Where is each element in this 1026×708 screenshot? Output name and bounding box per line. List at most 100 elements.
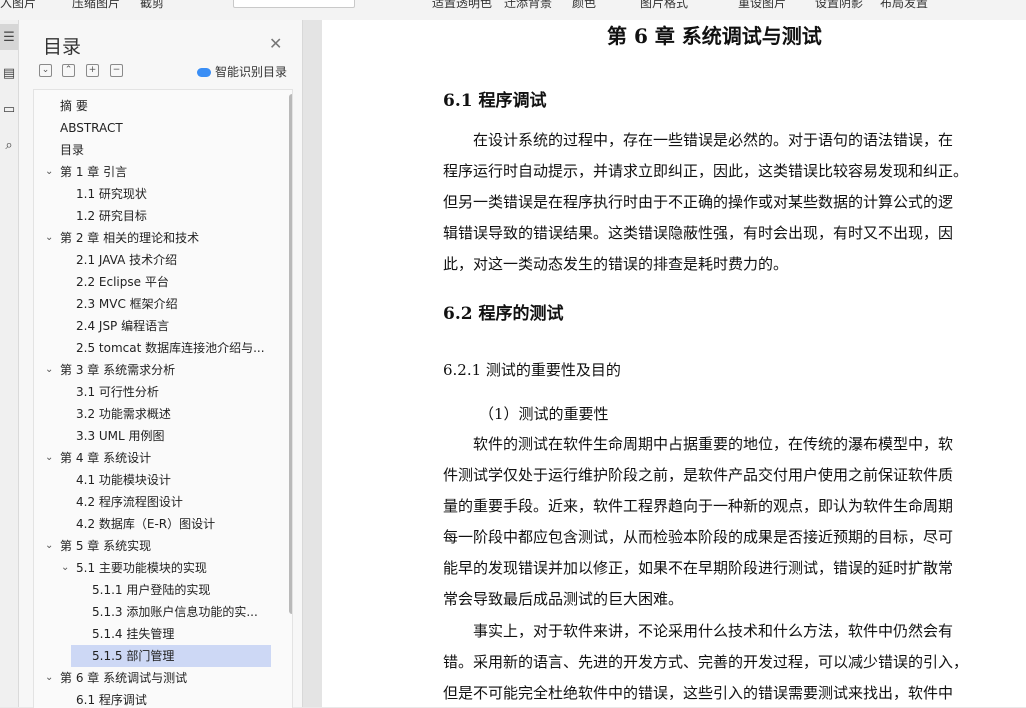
text-line: 此，对这一类动态发生的错误的排查是耗时费力的。	[443, 255, 789, 273]
expand-icon[interactable]: ⌃	[62, 64, 75, 77]
toc-item-label: 摘 要	[60, 99, 88, 113]
toc-item-label: 2.5 tomcat 数据库连接池介绍与...	[76, 341, 265, 355]
text-line: 但是不可能完全杜绝软件中的错误，这些引入的错误需要测试来找出，软件中	[443, 684, 954, 702]
toc-item-label: 第 2 章 相关的理论和技术	[60, 231, 200, 245]
text-line: 事实上，对于软件来讲，不论采用什么技术和什么方法，软件中仍然会有	[473, 622, 954, 640]
toolbar-item-reset-picture[interactable]: 重设图片	[738, 0, 786, 11]
toc-item-label: 6.1 程序调试	[76, 693, 147, 707]
toc-item[interactable]: 2.1 JAVA 技术介绍	[34, 249, 274, 271]
toc-item[interactable]: 1.1 研究现状	[34, 183, 274, 205]
toolbar-item-shadow[interactable]: 设置阴影	[815, 0, 863, 11]
toc-item[interactable]: 4.2 数据库（E-R）图设计	[34, 513, 274, 535]
toolbar-item-crop[interactable]: 截剪	[140, 0, 164, 11]
toc-item-label: 5.1.5 部门管理	[92, 649, 175, 663]
toc-item[interactable]: 5.1.1 用户登陆的实现	[34, 579, 274, 601]
toc-item[interactable]: 2.4 JSP 编程语言	[34, 315, 274, 337]
chevron-down-icon[interactable]: ⌄	[45, 359, 53, 381]
toc-item[interactable]: ⌄ 第 3 章 系统需求分析	[34, 359, 274, 381]
toc-item-label: 目录	[60, 143, 85, 157]
text-line: 但另一类错误是在程序执行时由于不正确的操作或对某些数据的计算公式的逻	[443, 193, 954, 211]
toc-item-label: 第 5 章 系统实现	[60, 539, 152, 553]
toc-item-label: 第 1 章 引言	[60, 165, 128, 179]
toc-item[interactable]: 2.2 Eclipse 平台	[34, 271, 274, 293]
size-input[interactable]	[233, 0, 355, 8]
toc-item-label: 4.2 数据库（E-R）图设计	[76, 517, 216, 531]
text-line: 辑错误导致的错误结果。这类错误隐蔽性强，有时会出现，有时又不出现，因	[443, 224, 954, 242]
toc-item-label: 3.2 功能需求概述	[76, 407, 171, 421]
comment-icon[interactable]: ▭	[0, 96, 18, 122]
toc-item-label: 1.2 研究目标	[76, 209, 147, 223]
toc-item-label: 4.2 程序流程图设计	[76, 495, 183, 509]
toc-item[interactable]: 2.3 MVC 框架介绍	[34, 293, 274, 315]
text-line: 件测试学仅处于运行维护阶段之前，是软件产品交付用户使用之前保证软件质	[443, 466, 954, 484]
section-title: 6.2 程序的测试	[443, 304, 564, 324]
toc-item[interactable]: 4.1 功能模块设计	[34, 469, 274, 491]
find-icon[interactable]: ⌕	[0, 132, 18, 158]
toc-item[interactable]: 3.2 功能需求概述	[34, 403, 274, 425]
toc-item[interactable]: ⌄ 5.1 主要功能模块的实现	[34, 557, 274, 579]
toc-item[interactable]: 5.1.4 挂失管理	[34, 623, 274, 645]
toolbar-item-transparent[interactable]: 适置透明色	[432, 0, 492, 11]
add-heading-icon[interactable]: +	[86, 64, 99, 77]
toc-item-label: 2.1 JAVA 技术介绍	[76, 253, 178, 267]
toc-item[interactable]: ⌄ 第 6 章 系统调试与测试	[34, 667, 274, 689]
toc-item[interactable]: ⌄ 第 1 章 引言	[34, 161, 274, 183]
toolbar-item-layout[interactable]: 布局发置	[880, 0, 928, 11]
toc-item-label: ABSTRACT	[60, 121, 123, 135]
toc-item[interactable]: 1.2 研究目标	[34, 205, 274, 227]
panel-divider[interactable]	[302, 20, 323, 707]
toolbar-item-compress-picture[interactable]: 压缩图片	[72, 0, 120, 11]
toc-item[interactable]: 3.3 UML 用例图	[34, 425, 274, 447]
toc-item[interactable]: ⌄ 第 2 章 相关的理论和技术	[34, 227, 274, 249]
doc-icon[interactable]: ▤	[0, 60, 18, 86]
paragraph-debugging: 在设计系统的过程中，存在一些错误是必然的。对于语句的语法错误，在程序运行时自动提…	[443, 125, 999, 280]
toc-item[interactable]: 5.1.5 部门管理	[71, 645, 271, 667]
toc-item-label: 5.1.4 挂失管理	[92, 627, 175, 641]
toc-item[interactable]: 3.1 可行性分析	[34, 381, 274, 403]
section-title: 6.1 程序调试	[443, 91, 547, 111]
toc-item-label: 5.1.3 添加账户信息功能的实...	[92, 605, 258, 619]
toc-item-label: 2.2 Eclipse 平台	[76, 275, 169, 289]
toolbar-item-insert-picture[interactable]: 入图片	[0, 0, 36, 11]
collapse-all-icon[interactable]: ⌄	[39, 64, 52, 77]
document-page[interactable]: 第 6 章 系统调试与测试 6.1 程序调试 在设计系统的过程中，存在一些错误是…	[322, 20, 1026, 707]
toc-item[interactable]: 摘 要	[34, 95, 274, 117]
subsection-title: 6.2.1 测试的重要性及目的	[443, 361, 621, 379]
chevron-down-icon[interactable]: ⌄	[45, 447, 53, 469]
close-icon[interactable]: ✕	[269, 34, 282, 53]
text-line: 在设计系统的过程中，存在一些错误是必然的。对于语句的语法错误，在	[473, 131, 954, 149]
toc-item-label: 5.1 主要功能模块的实现	[76, 561, 207, 575]
smart-toc-label: 智能识别目录	[215, 65, 288, 79]
toc-item[interactable]: ⌄ 第 4 章 系统设计	[34, 447, 274, 469]
text-line: 软件的测试在软件生命周期中占据重要的地位，在传统的瀑布模型中，软	[473, 435, 954, 453]
toc-item[interactable]: 4.2 程序流程图设计	[34, 491, 274, 513]
toc-item[interactable]: 2.5 tomcat 数据库连接池介绍与...	[34, 337, 274, 359]
toc-item[interactable]: 6.1 程序调试	[34, 689, 274, 708]
chevron-down-icon[interactable]: ⌄	[61, 557, 69, 579]
toolbar-item-color[interactable]: 颜色	[572, 0, 596, 11]
smart-toc-button[interactable]: 智能识别目录	[197, 63, 287, 80]
toc-list: 摘 要 ABSTRACT 目录 ⌄ 第 1 章 引言 1.1 研究现状 1.2 研究目标 ⌄ 第…	[33, 89, 293, 708]
toolbar-item-picture-format[interactable]: 图片格式	[640, 0, 688, 11]
chevron-down-icon[interactable]: ⌄	[45, 161, 53, 183]
toc-item[interactable]: ⌄ 第 5 章 系统实现	[34, 535, 274, 557]
text-line: 常会导致最后成品测试的巨大困难。	[443, 590, 684, 608]
toc-item-label: 3.3 UML 用例图	[76, 429, 165, 443]
ribbon-toolbar: 入图片 压缩图片 截剪 适置透明色 迁添背景 颜色 图片格式 重设图片 设置阴影…	[0, 0, 1026, 21]
toc-item-label: 5.1.1 用户登陆的实现	[92, 583, 211, 597]
chevron-down-icon[interactable]: ⌄	[45, 667, 53, 689]
scrollbar-thumb[interactable]	[289, 94, 292, 614]
text-line: 程序运行时自动提示，并请求立即纠正，因此，这类错误比较容易发现和纠正。	[443, 162, 969, 180]
toc-item[interactable]: 5.1.3 添加账户信息功能的实...	[34, 601, 274, 623]
toc-item[interactable]: ABSTRACT	[34, 117, 274, 139]
chevron-down-icon[interactable]: ⌄	[45, 535, 53, 557]
text-line: 量的重要手段。近来，软件工程界趋向于一种新的观点，即认为软件生命周期	[443, 497, 954, 515]
toolbar-item-remove-background[interactable]: 迁添背景	[504, 0, 552, 11]
toc-item[interactable]: 目录	[34, 139, 274, 161]
toc-panel: 目录 ✕ ⌄ ⌃ + − 智能识别目录 摘 要 ABSTRACT 目录 ⌄ 第 1 章 …	[19, 20, 302, 708]
toc-item-label: 1.1 研究现状	[76, 187, 147, 201]
list-icon[interactable]: ☰	[0, 24, 18, 50]
toc-item-label: 3.1 可行性分析	[76, 385, 159, 399]
remove-heading-icon[interactable]: −	[110, 64, 123, 77]
chevron-down-icon[interactable]: ⌄	[45, 227, 53, 249]
